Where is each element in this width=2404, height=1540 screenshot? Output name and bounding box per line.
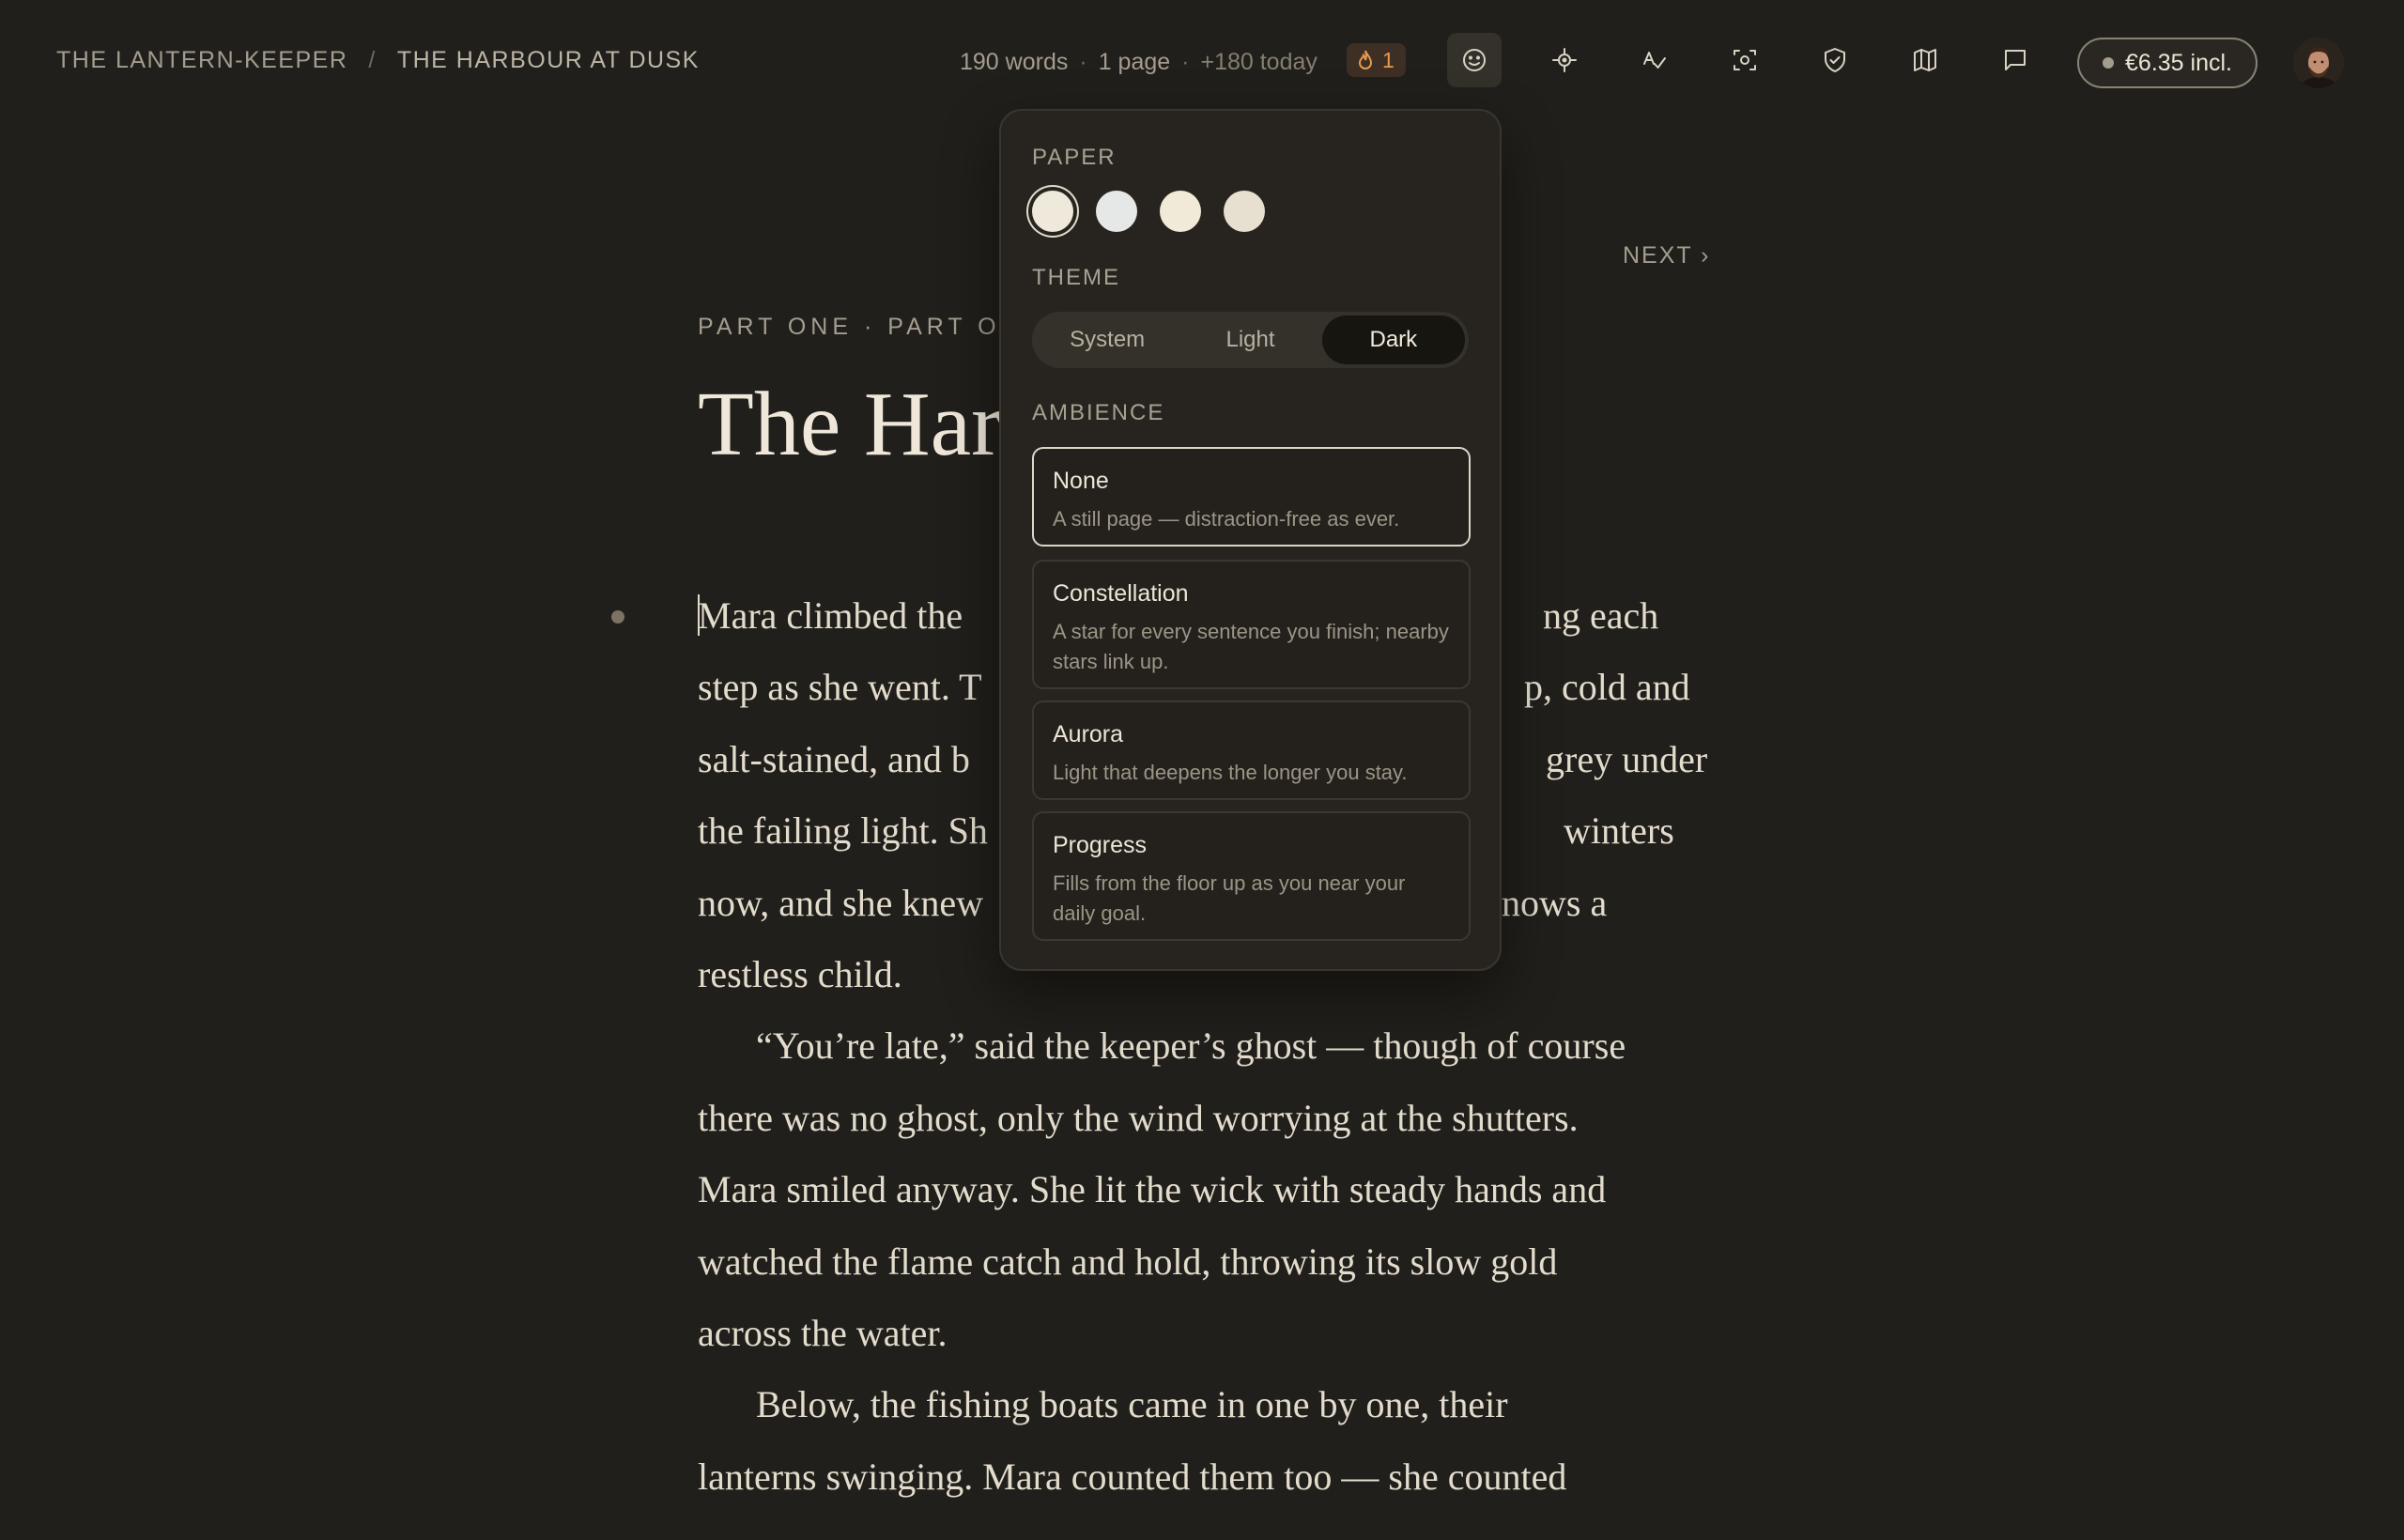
- ambience-option-desc: Light that deepens the longer you stay.: [1053, 761, 1408, 784]
- comments-button[interactable]: [1988, 33, 2042, 87]
- ambience-section-label: AMBIENCE: [1032, 400, 1165, 425]
- word-count: 190 words: [960, 49, 1069, 75]
- breadcrumb-separator: /: [368, 47, 377, 73]
- user-avatar-image: [2293, 38, 2344, 88]
- chapter-title[interactable]: The Har: [698, 372, 1002, 477]
- map-icon: [1914, 49, 1936, 71]
- text-line: across the water.: [698, 1311, 948, 1354]
- ambience-option-title: Aurora: [1053, 721, 1124, 747]
- streak-badge[interactable]: 1: [1347, 43, 1406, 77]
- stats-separator: ·: [1079, 49, 1087, 75]
- text-line: watched the flame catch and hold, throwi…: [698, 1240, 1558, 1283]
- price-status-dot: [2103, 57, 2115, 69]
- word-stats: 190 words · 1 page · +180 today: [960, 49, 1318, 76]
- ambience-option-none[interactable]: None A still page — distraction-free as …: [1032, 447, 1471, 547]
- breadcrumb-chapter[interactable]: THE HARBOUR AT DUSK: [397, 47, 700, 74]
- snapshot-icon: [1734, 50, 1756, 70]
- text-line: there was no ghost, only the wind worryi…: [698, 1096, 1579, 1139]
- ambience-option-title: Constellation: [1053, 580, 1189, 607]
- ambience-option-progress[interactable]: Progress Fills from the floor up as you …: [1032, 811, 1471, 941]
- ambience-option-constellation[interactable]: Constellation A star for every sentence …: [1032, 560, 1471, 689]
- paper-swatch-grey[interactable]: [1096, 191, 1137, 232]
- snapshot-button[interactable]: [1718, 33, 1772, 87]
- privacy-button[interactable]: [1808, 33, 1862, 87]
- ambience-option-desc: A still page — distraction-free as ever.: [1053, 507, 1400, 531]
- paragraph-marker[interactable]: [611, 610, 624, 624]
- ambience-option-title: None: [1053, 468, 1109, 494]
- chapter-part-label: PART ONE · PART ON: [698, 314, 1023, 340]
- avatar[interactable]: [2293, 38, 2344, 88]
- ambience-option-aurora[interactable]: Aurora Light that deepens the longer you…: [1032, 701, 1471, 800]
- text-line: Below, the fishing boats came in one by …: [756, 1383, 1508, 1426]
- privacy-shield-icon: [1825, 48, 1845, 72]
- comments-icon: [2005, 50, 2026, 70]
- price-label: €6.35 incl.: [2125, 49, 2232, 76]
- theme-option-light[interactable]: Light: [1179, 316, 1321, 364]
- focus-icon: [1552, 48, 1577, 72]
- page-count: 1 page: [1098, 49, 1171, 75]
- text-line: “You’re late,” said the keeper’s ghost —…: [756, 1024, 1626, 1068]
- focus-mode-button[interactable]: [1537, 33, 1592, 87]
- spellcheck-button[interactable]: [1627, 33, 1682, 87]
- theme-option-dark[interactable]: Dark: [1321, 316, 1465, 364]
- ambience-popover: PAPER THEME System Light Dark AMBIENCE N…: [999, 109, 1502, 971]
- flame-icon: [1358, 50, 1373, 69]
- stats-separator: ·: [1181, 49, 1190, 75]
- theme-option-system[interactable]: System: [1036, 316, 1179, 364]
- breadcrumb: THE LANTERN-KEEPER / THE HARBOUR AT DUSK: [56, 47, 700, 74]
- paper-swatch-ivory[interactable]: [1160, 191, 1201, 232]
- top-bar: THE LANTERN-KEEPER / THE HARBOUR AT DUSK…: [0, 0, 2404, 126]
- ambience-option-title: Progress: [1053, 832, 1148, 858]
- paper-swatch-cream[interactable]: [1032, 191, 1073, 232]
- outline-map-button[interactable]: [1898, 33, 1952, 87]
- next-chapter-link[interactable]: NEXT ›: [1623, 242, 1711, 270]
- price-button[interactable]: €6.35 incl.: [2077, 38, 2258, 88]
- ambience-button[interactable]: [1447, 33, 1502, 87]
- ambience-icon: [1463, 49, 1486, 71]
- paper-section-label: PAPER: [1032, 145, 1117, 170]
- text-line: Mara smiled anyway. She lit the wick wit…: [698, 1168, 1607, 1211]
- today-count: +180 today: [1200, 49, 1318, 75]
- theme-toggle: System Light Dark: [1032, 312, 1469, 368]
- spellcheck-icon: [1643, 52, 1666, 69]
- ambience-option-desc: Fills from the floor up as you near your…: [1053, 871, 1406, 925]
- paper-swatch-linen[interactable]: [1224, 191, 1265, 232]
- breadcrumb-project[interactable]: THE LANTERN-KEEPER: [56, 47, 347, 74]
- text-line: lanterns swinging. Mara counted them too…: [698, 1455, 1567, 1498]
- theme-section-label: THEME: [1032, 265, 1120, 290]
- ambience-option-desc: A star for every sentence you finish; ne…: [1053, 620, 1449, 673]
- streak-count: 1: [1382, 47, 1395, 72]
